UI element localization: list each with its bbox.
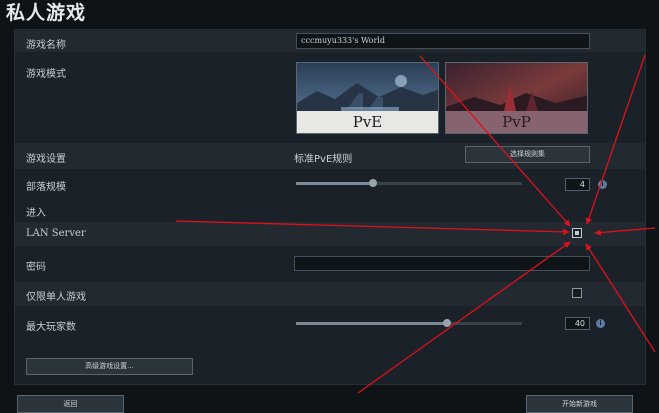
mode-option-pvp[interactable]: PvP bbox=[445, 62, 588, 134]
info-icon[interactable]: i bbox=[596, 319, 605, 328]
start-new-game-button[interactable]: 开始新游戏 bbox=[526, 395, 633, 413]
max-players-slider-fill bbox=[296, 322, 448, 325]
single-player-row: 仅限单人游戏 bbox=[15, 282, 645, 306]
pve-caption: PvE bbox=[297, 111, 438, 133]
max-players-value[interactable]: 40 bbox=[565, 317, 590, 330]
max-players-label: 最大玩家数 bbox=[26, 322, 76, 333]
clan-size-value[interactable]: 4 bbox=[565, 178, 590, 191]
password-input[interactable] bbox=[294, 256, 590, 271]
single-player-checkbox[interactable] bbox=[572, 288, 582, 298]
select-ruleset-button[interactable]: 选择规则集 bbox=[465, 146, 590, 163]
clan-size-label: 部落规模 bbox=[26, 182, 66, 193]
game-settings-label: 游戏设置 bbox=[26, 154, 66, 165]
advanced-settings-button[interactable]: 高级游戏设置... bbox=[26, 358, 193, 375]
clan-size-slider-fill bbox=[296, 182, 373, 185]
lan-server-checkbox[interactable] bbox=[572, 228, 582, 238]
back-button[interactable]: 返回 bbox=[17, 395, 124, 413]
max-players-slider[interactable] bbox=[296, 319, 522, 327]
join-section-label: 进入 bbox=[26, 208, 46, 219]
password-label: 密码 bbox=[26, 262, 46, 273]
game-name-label: 游戏名称 bbox=[26, 40, 66, 51]
clan-size-slider[interactable] bbox=[296, 179, 522, 187]
single-player-label: 仅限单人游戏 bbox=[26, 292, 86, 303]
pvp-caption: PvP bbox=[446, 111, 587, 133]
info-icon[interactable]: i bbox=[598, 180, 607, 189]
game-name-input[interactable]: cccmuyu333's World bbox=[296, 33, 590, 49]
game-mode-label: 游戏模式 bbox=[26, 69, 66, 80]
lan-server-row: LAN Server bbox=[15, 222, 645, 246]
clan-size-slider-handle[interactable] bbox=[368, 179, 377, 187]
ruleset-value: 标准PvE规则 bbox=[294, 154, 353, 165]
mode-option-pve[interactable]: PvE bbox=[296, 62, 439, 134]
lan-server-label: LAN Server bbox=[26, 228, 86, 239]
page-title: 私人游戏 bbox=[6, 2, 87, 24]
join-section-header: 进入 bbox=[15, 200, 645, 220]
